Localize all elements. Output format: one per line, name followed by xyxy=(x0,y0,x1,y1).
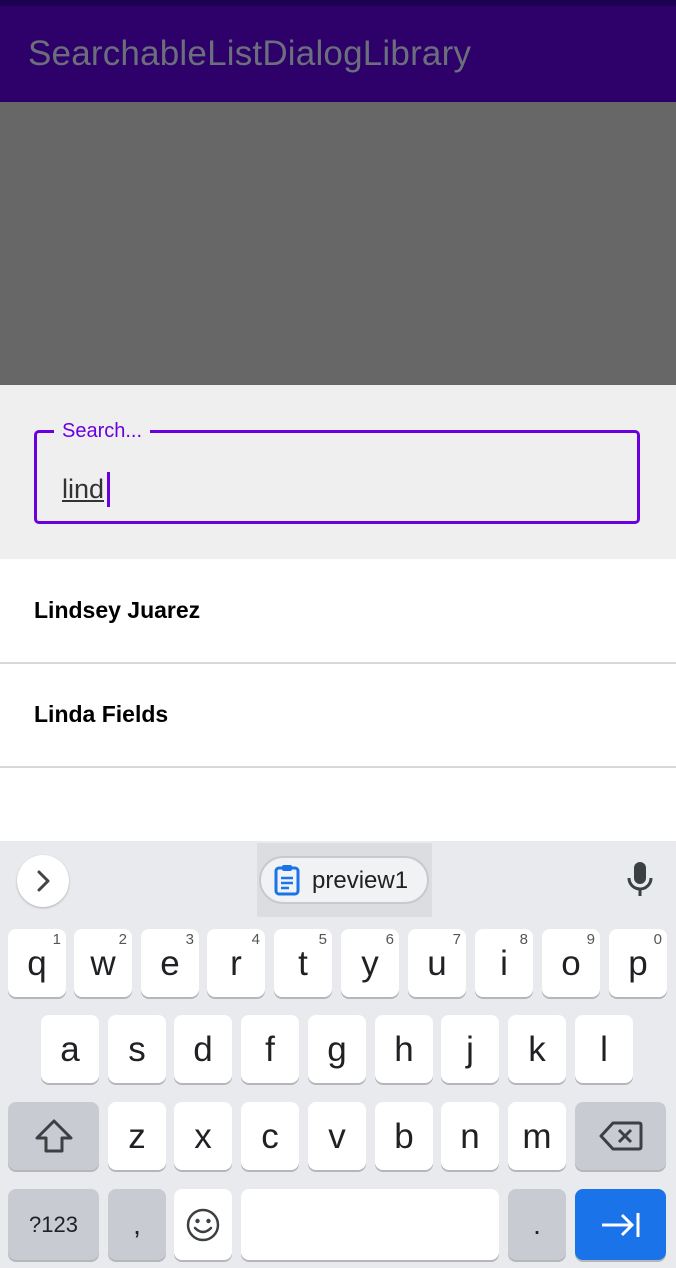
key-hint: 8 xyxy=(519,931,528,948)
key-t[interactable]: t5 xyxy=(274,929,332,997)
clipboard-icon xyxy=(274,865,300,896)
key-label: p xyxy=(628,943,648,983)
emoji-icon xyxy=(186,1208,220,1241)
key-label: w xyxy=(90,943,116,983)
spacebar-key[interactable] xyxy=(241,1189,499,1260)
search-input-label: Search... xyxy=(54,420,151,443)
key-k[interactable]: k xyxy=(508,1015,566,1083)
key-label: b xyxy=(394,1116,414,1156)
key-v[interactable]: v xyxy=(308,1102,366,1170)
suggestion-chip-label: preview1 xyxy=(312,867,409,894)
text-cursor xyxy=(107,472,110,507)
backspace-icon xyxy=(599,1121,642,1151)
search-input[interactable] xyxy=(34,430,640,524)
key-x[interactable]: x xyxy=(174,1102,232,1170)
shift-key[interactable] xyxy=(8,1102,99,1170)
chevron-right-icon xyxy=(37,870,50,892)
key-label: z xyxy=(128,1116,146,1156)
key-hint: 7 xyxy=(452,931,461,948)
key-hint: 1 xyxy=(52,931,61,948)
key-label: c xyxy=(261,1116,279,1156)
key-label: v xyxy=(328,1116,346,1156)
key-n[interactable]: n xyxy=(441,1102,499,1170)
key-z[interactable]: z xyxy=(108,1102,166,1170)
key-hint: 5 xyxy=(318,931,327,948)
key-q[interactable]: q1 xyxy=(8,929,66,997)
key-label: ?123 xyxy=(29,1211,78,1237)
key-l[interactable]: l xyxy=(575,1015,633,1083)
app-title: SearchableListDialogLibrary xyxy=(28,34,472,73)
tab-arrow-icon xyxy=(601,1212,639,1237)
key-w[interactable]: w2 xyxy=(74,929,132,997)
key-label: a xyxy=(60,1029,80,1069)
key-label: u xyxy=(427,943,447,983)
key-d[interactable]: d xyxy=(174,1015,232,1083)
microphone-icon[interactable] xyxy=(624,860,656,900)
key-label: o xyxy=(561,943,581,983)
key-hint: 3 xyxy=(185,931,194,948)
list-item[interactable]: Lindsey Juarez xyxy=(0,559,676,664)
key-label: m xyxy=(522,1116,552,1156)
next-action-key[interactable] xyxy=(575,1189,666,1260)
key-hint: 4 xyxy=(251,931,260,948)
comma-key[interactable]: , xyxy=(108,1189,166,1260)
key-label: d xyxy=(193,1029,213,1069)
key-label: x xyxy=(194,1116,212,1156)
key-label: i xyxy=(500,943,508,983)
results-list: Lindsey Juarez Linda Fields xyxy=(0,559,676,841)
dialog-scrim[interactable] xyxy=(0,102,676,385)
period-key[interactable]: . xyxy=(508,1189,566,1260)
key-label: s xyxy=(128,1029,146,1069)
key-label: l xyxy=(600,1029,608,1069)
key-y[interactable]: y6 xyxy=(341,929,399,997)
key-e[interactable]: e3 xyxy=(141,929,199,997)
key-hint: 6 xyxy=(385,931,394,948)
key-hint: 9 xyxy=(586,931,595,948)
key-p[interactable]: p0 xyxy=(609,929,667,997)
key-label: g xyxy=(327,1029,347,1069)
key-label: q xyxy=(27,943,47,983)
key-u[interactable]: u7 xyxy=(408,929,466,997)
key-f[interactable]: f xyxy=(241,1015,299,1083)
key-label: f xyxy=(265,1029,275,1069)
key-label: t xyxy=(298,943,308,983)
list-item[interactable]: Linda Fields xyxy=(0,663,676,768)
key-o[interactable]: o9 xyxy=(542,929,600,997)
key-hint: 0 xyxy=(653,931,662,948)
key-label: n xyxy=(460,1116,480,1156)
key-h[interactable]: h xyxy=(375,1015,433,1083)
key-g[interactable]: g xyxy=(308,1015,366,1083)
key-c[interactable]: c xyxy=(241,1102,299,1170)
key-j[interactable]: j xyxy=(441,1015,499,1083)
key-label: r xyxy=(230,943,242,983)
key-r[interactable]: r4 xyxy=(207,929,265,997)
list-item-name: Linda Fields xyxy=(34,701,169,727)
backspace-key[interactable] xyxy=(575,1102,666,1170)
key-label: , xyxy=(133,1208,141,1240)
key-a[interactable]: a xyxy=(41,1015,99,1083)
key-s[interactable]: s xyxy=(108,1015,166,1083)
list-item-name: Lindsey Juarez xyxy=(34,597,201,623)
emoji-key[interactable] xyxy=(174,1189,232,1260)
key-label: h xyxy=(394,1029,414,1069)
key-label: . xyxy=(533,1208,541,1240)
symbols-key[interactable]: ?123 xyxy=(8,1189,99,1260)
key-i[interactable]: i8 xyxy=(475,929,533,997)
shift-icon xyxy=(35,1119,72,1153)
search-input-value[interactable]: lind xyxy=(62,474,104,505)
key-label: j xyxy=(466,1029,474,1069)
key-label: y xyxy=(361,943,379,983)
keyboard-menu-button[interactable] xyxy=(17,855,69,907)
key-m[interactable]: m xyxy=(508,1102,566,1170)
key-label: k xyxy=(528,1029,546,1069)
key-hint: 2 xyxy=(118,931,127,948)
key-label: e xyxy=(160,943,180,983)
key-b[interactable]: b xyxy=(375,1102,433,1170)
